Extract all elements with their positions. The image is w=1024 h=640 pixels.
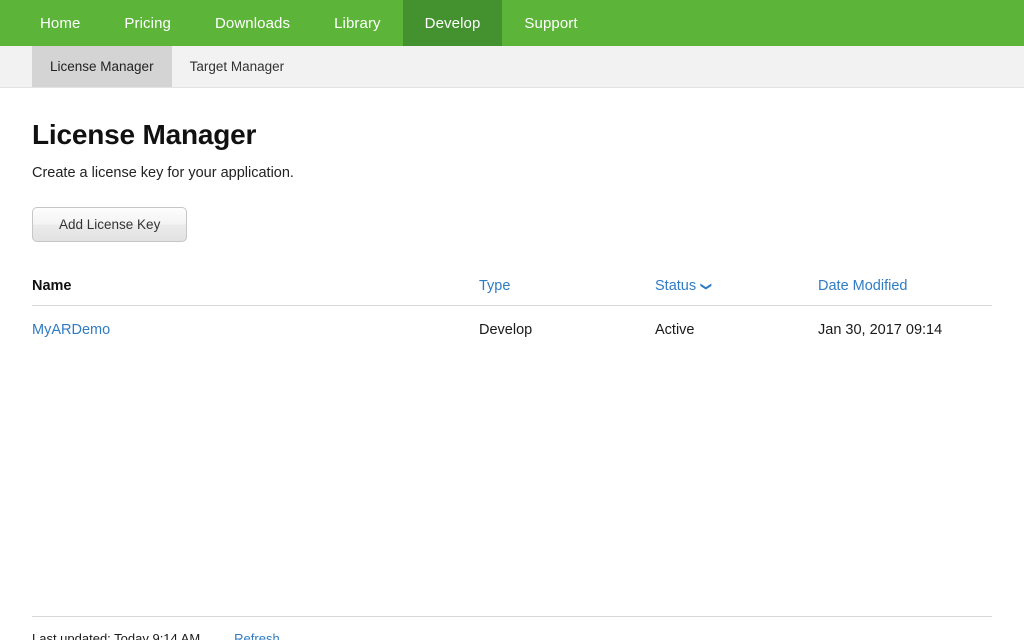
nav-item-support[interactable]: Support (502, 0, 599, 46)
page-subtitle: Create a license key for your applicatio… (32, 165, 992, 181)
page-content: License Manager Create a license key for… (0, 119, 1024, 640)
nav-item-downloads[interactable]: Downloads (193, 0, 312, 46)
license-table-body: MyARDemo Develop Active Jan 30, 2017 09:… (32, 306, 992, 339)
cell-type: Develop (479, 306, 655, 339)
nav-item-label: Develop (425, 16, 481, 31)
cell-date-modified: Jan 30, 2017 09:14 (818, 306, 992, 339)
license-name-link[interactable]: MyARDemo (32, 322, 110, 338)
primary-navigation: Home Pricing Downloads Library Develop S… (0, 0, 1024, 46)
column-header-label: Type (479, 278, 510, 294)
page-title: License Manager (32, 119, 992, 151)
column-header-label: Status (655, 278, 696, 294)
column-header-label: Name (32, 278, 72, 294)
nav-item-library[interactable]: Library (312, 0, 403, 46)
nav-item-label: Support (524, 16, 577, 31)
nav-item-pricing[interactable]: Pricing (102, 0, 193, 46)
nav-item-develop[interactable]: Develop (403, 0, 503, 46)
nav-item-label: Downloads (215, 16, 290, 31)
tab-target-manager[interactable]: Target Manager (172, 46, 303, 87)
cell-status: Active (655, 306, 818, 339)
column-header-label: Date Modified (818, 278, 907, 294)
license-table-header: Name Type Status ❯ Date Modified (32, 278, 992, 306)
column-header-date-modified[interactable]: Date Modified (818, 278, 992, 306)
add-license-key-button[interactable]: Add License Key (32, 207, 187, 242)
nav-item-label: Pricing (124, 16, 171, 31)
nav-item-label: Home (40, 16, 80, 31)
table-header-row: Name Type Status ❯ Date Modified (32, 278, 992, 306)
nav-item-home[interactable]: Home (18, 0, 102, 46)
column-header-type[interactable]: Type (479, 278, 655, 306)
tab-label: License Manager (50, 59, 154, 74)
column-header-status[interactable]: Status ❯ (655, 278, 818, 306)
column-header-name[interactable]: Name (32, 278, 479, 306)
license-table: Name Type Status ❯ Date Modified MyARDemo… (32, 278, 992, 338)
footer-bar: Last updated: Today 9:14 AM Refresh (32, 616, 992, 640)
last-updated-text: Last updated: Today 9:14 AM (32, 631, 200, 640)
table-row[interactable]: MyARDemo Develop Active Jan 30, 2017 09:… (32, 306, 992, 339)
tab-license-manager[interactable]: License Manager (32, 46, 172, 87)
cell-name: MyARDemo (32, 306, 479, 339)
secondary-tab-bar: License Manager Target Manager (0, 46, 1024, 88)
tab-label: Target Manager (190, 59, 285, 74)
nav-item-label: Library (334, 16, 381, 31)
chevron-down-icon: ❯ (700, 282, 711, 291)
refresh-link[interactable]: Refresh (234, 631, 280, 640)
